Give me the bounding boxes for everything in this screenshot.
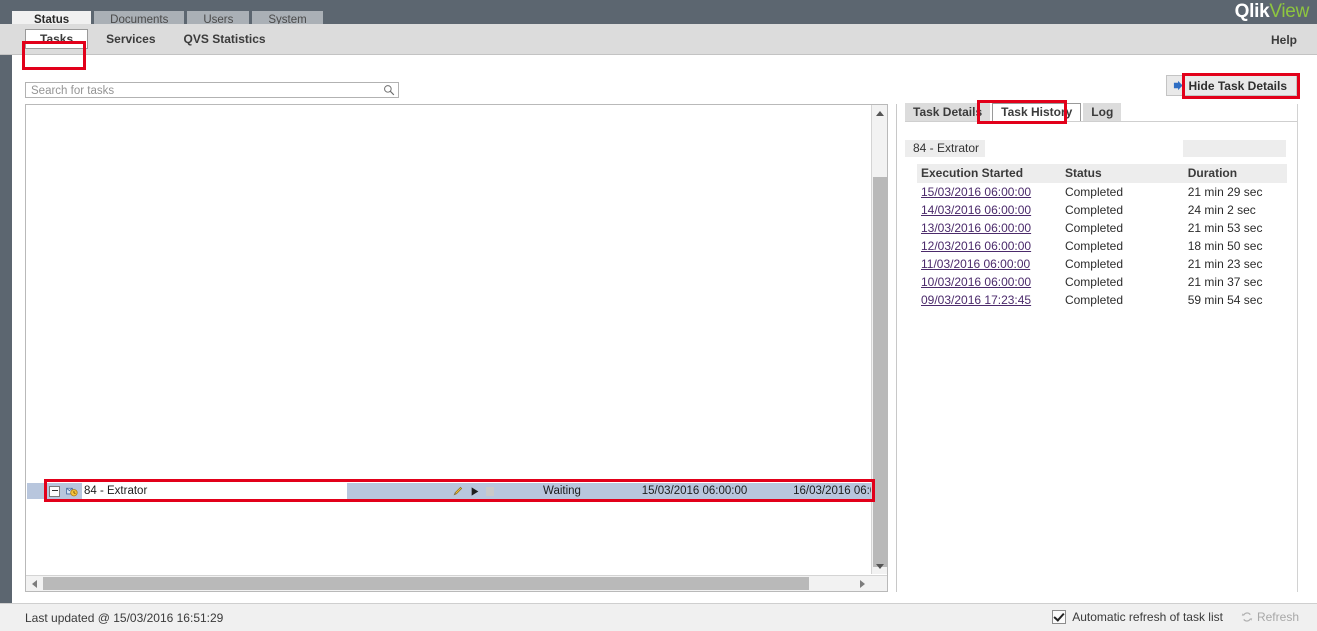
selected-task-header: 84 - Extrator [905, 140, 1286, 157]
selected-task-header-end [1183, 140, 1286, 157]
row-status: Completed [1064, 221, 1123, 235]
row-status: Completed [1064, 257, 1123, 271]
row-status: Completed [1064, 293, 1123, 307]
row-duration: 21 min 53 sec [1187, 221, 1263, 235]
row-duration: 21 min 29 sec [1187, 185, 1263, 199]
selected-task-spacer [985, 140, 1183, 157]
task-row-next-execution: 16/03/2016 06:00: [793, 485, 871, 497]
subnav-item-services[interactable]: Services [96, 29, 165, 49]
horizontal-scroll-thumb[interactable] [43, 577, 809, 590]
sub-navigation-bar: Tasks Services QVS Statistics Help [0, 24, 1317, 55]
column-header-execution-started[interactable]: Execution Started [917, 164, 1061, 183]
auto-refresh-checkbox[interactable] [1052, 610, 1067, 624]
collapse-minus-icon[interactable] [49, 485, 60, 497]
left-gutter [0, 24, 12, 603]
subnav-item-qvs-statistics[interactable]: QVS Statistics [174, 29, 276, 49]
subnav-item-tasks[interactable]: Tasks [25, 29, 89, 49]
task-row-actions [347, 485, 502, 497]
refresh-label: Refresh [1256, 610, 1299, 624]
task-history-table: Execution Started Status Duration 15/03/… [917, 164, 1287, 309]
scroll-left-icon[interactable] [26, 576, 42, 591]
task-list-panel: 84 - Extrator Waiting 15/03/2016 06:00:0… [25, 104, 888, 592]
row-duration: 18 min 50 sec [1187, 239, 1263, 253]
vertical-scroll-thumb[interactable] [873, 177, 887, 567]
column-header-duration[interactable]: Duration [1183, 164, 1287, 183]
tab-task-details[interactable]: Task Details [905, 103, 991, 122]
pencil-icon[interactable] [452, 485, 464, 497]
scroll-right-icon[interactable] [854, 576, 870, 591]
task-row-last-execution: 15/03/2016 06:00:00 [641, 485, 748, 497]
hide-task-details-label: Hide Task Details [1188, 78, 1287, 93]
execution-started-link[interactable]: 12/03/2016 06:00:00 [921, 239, 1031, 253]
task-history-panel: 84 - Extrator Execution Started Status D… [905, 121, 1297, 591]
search-icon[interactable] [383, 84, 395, 96]
help-link[interactable]: Help [1271, 33, 1297, 47]
hide-task-details-button[interactable]: Hide Task Details [1165, 75, 1297, 96]
refresh-controls: Automatic refresh of task list Refresh [1052, 610, 1299, 624]
qlikview-logo: QlikView [1234, 1, 1310, 22]
brand-view: View [1269, 1, 1309, 22]
task-row-status: Waiting [543, 485, 581, 497]
right-edge-border [1297, 104, 1298, 592]
auto-refresh-label: Automatic refresh of task list [1072, 610, 1223, 624]
row-status: Completed [1064, 185, 1123, 199]
refresh-icon [1241, 612, 1253, 622]
task-list-area: 84 - Extrator Waiting 15/03/2016 06:00:0… [26, 105, 871, 591]
table-header-row: Execution Started Status Duration [917, 164, 1287, 183]
task-history-body: 15/03/2016 06:00:00 Completed 21 min 29 … [917, 183, 1287, 309]
search-box[interactable] [25, 82, 399, 99]
task-schedule-icon [66, 487, 78, 496]
search-input[interactable] [29, 83, 373, 99]
table-row: 12/03/2016 06:00:00 Completed 18 min 50 … [917, 237, 1287, 255]
table-row: 11/03/2016 06:00:00 Completed 21 min 23 … [917, 255, 1287, 273]
panel-divider [896, 104, 897, 592]
execution-started-link[interactable]: 09/03/2016 17:23:45 [921, 293, 1031, 307]
table-row: 14/03/2016 06:00:00 Completed 24 min 2 s… [917, 201, 1287, 219]
row-duration: 21 min 23 sec [1187, 257, 1263, 271]
play-icon[interactable] [470, 486, 480, 497]
execution-started-link[interactable]: 13/03/2016 06:00:00 [921, 221, 1031, 235]
table-row: 13/03/2016 06:00:00 Completed 21 min 53 … [917, 219, 1287, 237]
tab-log[interactable]: Log [1083, 103, 1122, 122]
task-list-vertical-scrollbar[interactable] [871, 105, 887, 574]
scroll-down-icon[interactable] [872, 558, 888, 574]
table-row: 09/03/2016 17:23:45 Completed 59 min 54 … [917, 291, 1287, 309]
status-bar: Last updated @ 15/03/2016 16:51:29 Autom… [0, 603, 1317, 631]
column-header-status[interactable]: Status [1060, 164, 1184, 183]
detail-tab-bar: Task Details Task History Log [905, 102, 1123, 122]
task-row-name: 84 - Extrator [82, 483, 347, 499]
row-duration: 24 min 2 sec [1187, 203, 1256, 217]
row-duration: 59 min 54 sec [1187, 293, 1263, 307]
scroll-up-icon[interactable] [872, 105, 888, 121]
execution-started-link[interactable]: 14/03/2016 06:00:00 [921, 203, 1031, 217]
execution-started-link[interactable]: 10/03/2016 06:00:00 [921, 275, 1031, 289]
arrow-right-icon [1173, 80, 1183, 91]
row-status: Completed [1064, 239, 1123, 253]
row-status: Completed [1064, 203, 1123, 217]
table-row: 15/03/2016 06:00:00 Completed 21 min 29 … [917, 183, 1287, 201]
row-duration: 21 min 37 sec [1187, 275, 1263, 289]
execution-started-link[interactable]: 11/03/2016 06:00:00 [921, 257, 1030, 271]
table-row: 10/03/2016 06:00:00 Completed 21 min 37 … [917, 273, 1287, 291]
brand-qlik: Qlik [1234, 1, 1270, 22]
last-updated-text: Last updated @ 15/03/2016 16:51:29 [25, 611, 224, 625]
stop-icon [486, 486, 494, 496]
execution-started-link[interactable]: 15/03/2016 06:00:00 [921, 185, 1031, 199]
task-row[interactable]: 84 - Extrator Waiting 15/03/2016 06:00:0… [27, 483, 871, 499]
refresh-button[interactable]: Refresh [1241, 610, 1299, 624]
selected-task-name: 84 - Extrator [905, 140, 986, 157]
task-list-horizontal-scrollbar[interactable] [26, 575, 887, 591]
tab-task-history[interactable]: Task History [992, 103, 1082, 122]
row-status: Completed [1064, 275, 1123, 289]
